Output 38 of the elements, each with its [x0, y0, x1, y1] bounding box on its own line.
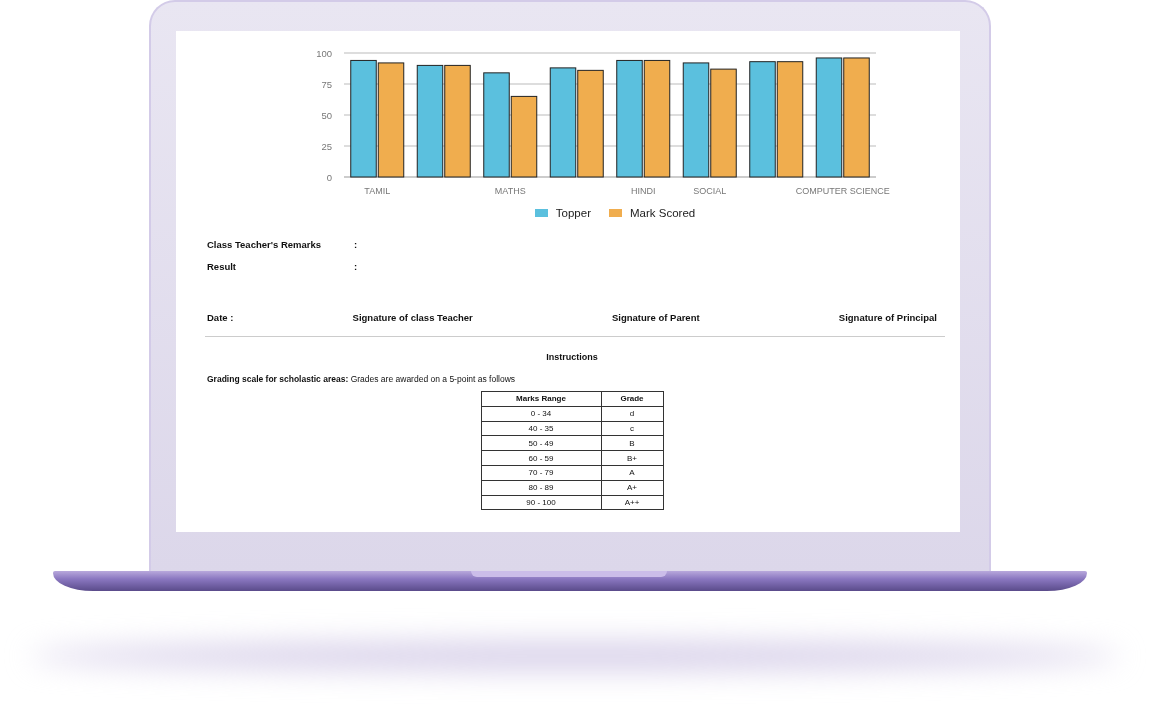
table-cell: 70 - 79 — [481, 465, 601, 481]
signature-label: Date : — [207, 311, 234, 323]
table-cell: c — [601, 421, 663, 436]
instruction-text: Grading scale for scholastic areas: Grades are awarded on a 5-point as follows — [207, 374, 517, 384]
legend-label: Mark Scored — [630, 207, 696, 219]
axis-tick-label: 50 — [321, 109, 332, 121]
signature-label: Signature of Principal — [838, 311, 937, 323]
table-cell: A+ — [601, 480, 663, 496]
axis-tick-label: 0 — [326, 171, 332, 183]
legend-label: Topper — [555, 207, 591, 219]
table-cell: 60 - 59 — [481, 450, 601, 466]
table-cell: d — [601, 406, 663, 422]
category-label: MATHS — [494, 186, 526, 196]
signature-label: Signature of Parent — [612, 311, 700, 323]
separator-colon: : — [354, 260, 358, 272]
category-label: TAMIL — [364, 186, 391, 196]
table-cell: 40 - 35 — [481, 421, 601, 436]
axis-tick-label: 25 — [321, 140, 332, 152]
field-label: Class Teacher's Remarks — [207, 238, 323, 250]
column-header: Grade — [601, 391, 663, 407]
table-cell: 0 - 34 — [481, 406, 601, 422]
axis-tick-label: 75 — [321, 78, 332, 90]
table-cell: 80 - 89 — [481, 480, 601, 496]
separator-colon: : — [354, 238, 358, 250]
table-cell: A — [601, 465, 663, 481]
axis-tick-label: 100 — [316, 47, 332, 59]
table-cell: 90 - 100 — [481, 495, 601, 510]
category-label: COMPUTER SCIENCE — [795, 186, 890, 196]
table-cell: 50 - 49 — [481, 435, 601, 451]
category-label: SOCIAL — [693, 186, 727, 196]
signature-label: Signature of class Teacher — [352, 311, 473, 323]
column-header: Marks Range — [481, 391, 601, 407]
section-title: Instructions — [545, 352, 599, 362]
field-label: Result — [207, 260, 238, 272]
table-cell: A++ — [601, 495, 663, 510]
category-label: HINDI — [631, 186, 656, 196]
table-cell: B+ — [601, 450, 663, 466]
table-cell: B — [601, 435, 663, 451]
